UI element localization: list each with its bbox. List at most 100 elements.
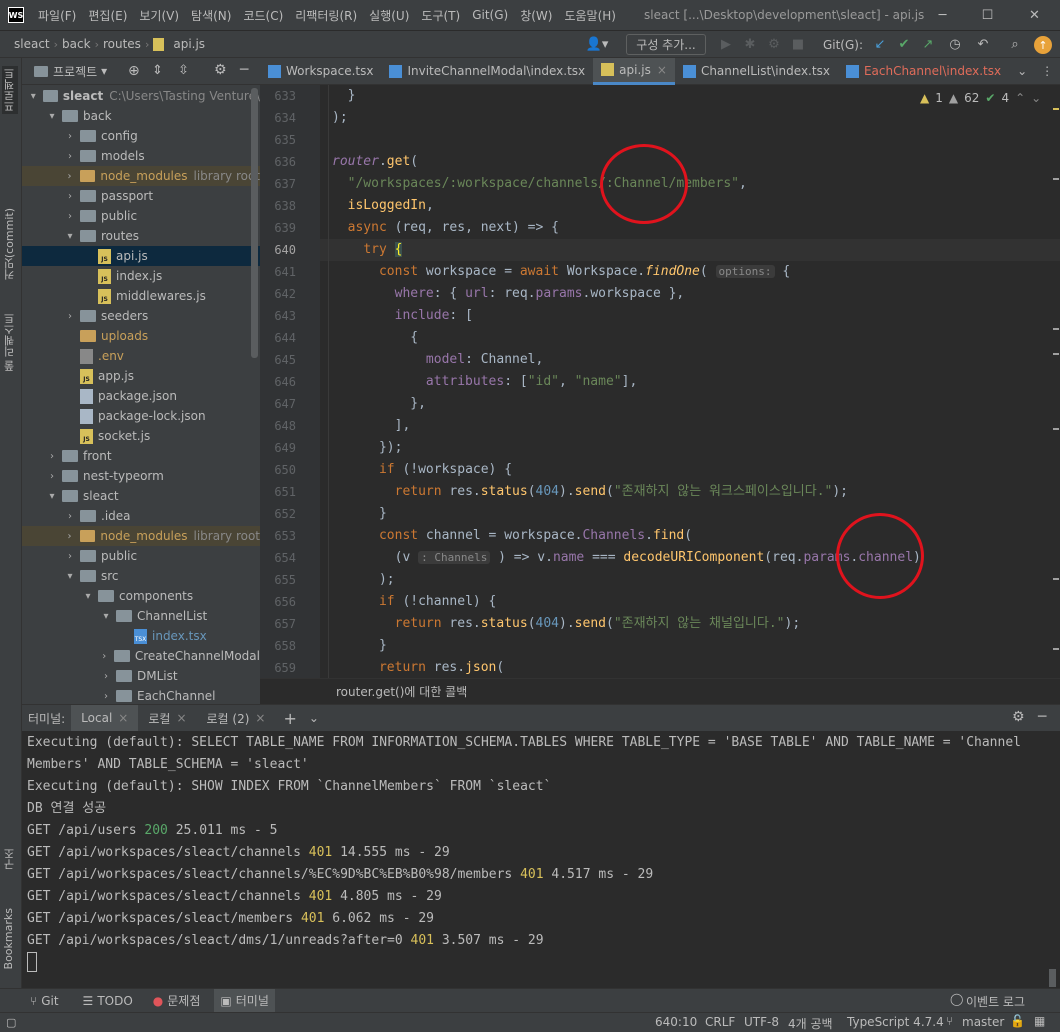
tab-api-js[interactable]: api.js × <box>593 57 675 85</box>
menu-navigate[interactable]: 탐색(N) <box>185 7 237 24</box>
git-update-icon[interactable]: ↙ <box>872 34 888 55</box>
chevron-down-icon[interactable]: ▾ <box>101 64 107 78</box>
breadcrumb-sleact[interactable]: sleact <box>10 37 54 51</box>
menu-help[interactable]: 도움말(H) <box>558 7 622 24</box>
tree-item[interactable]: uploads <box>22 326 260 346</box>
chevron-down-icon[interactable]: ▾ <box>64 231 76 242</box>
search-icon[interactable]: ⌕ <box>1006 34 1024 55</box>
chevron-right-icon[interactable]: › <box>64 171 76 182</box>
chevron-right-icon[interactable]: › <box>98 651 110 662</box>
hide-icon[interactable]: ─ <box>1038 709 1046 725</box>
tree-item[interactable]: › DMList <box>22 666 260 686</box>
tree-item[interactable]: ▾ sleact C:\Users\Tasting Venture\ <box>22 86 260 106</box>
chevron-up-icon[interactable]: ⌃ <box>1015 91 1025 105</box>
tree-item[interactable]: package-lock.json <box>22 406 260 426</box>
chevron-down-icon[interactable]: ▾ <box>46 111 58 122</box>
chevron-right-icon[interactable]: › <box>64 311 76 322</box>
git-commit-icon[interactable]: ✔ <box>896 34 912 55</box>
chevron-right-icon[interactable]: › <box>46 451 58 462</box>
tab-workspace-tsx[interactable]: Workspace.tsx <box>260 58 381 85</box>
close-tab-icon[interactable]: × <box>657 63 667 77</box>
stop-icon[interactable]: ■ <box>788 34 808 55</box>
indent-setting[interactable]: 4개 공백 <box>788 1015 833 1032</box>
close-button[interactable]: ✕ <box>1012 0 1057 31</box>
git-push-icon[interactable]: ↗ <box>920 34 936 55</box>
code-breadcrumb[interactable]: router.get()에 대한 콜백 <box>336 683 467 700</box>
chevron-right-icon[interactable]: › <box>100 691 112 702</box>
menu-window[interactable]: 창(W) <box>514 7 558 24</box>
editor-scroll-markers[interactable] <box>1053 98 1059 678</box>
chevron-right-icon[interactable]: › <box>64 131 76 142</box>
tree-item[interactable]: › seeders <box>22 306 260 326</box>
user-icon[interactable]: 👤▾ <box>582 34 612 55</box>
tree-item[interactable]: › models <box>22 146 260 166</box>
chevron-right-icon[interactable]: › <box>64 211 76 222</box>
tree-item[interactable]: JS socket.js <box>22 426 260 446</box>
terminal-tool-button[interactable]: ▣ 터미널 <box>214 989 275 1012</box>
menu-run[interactable]: 실행(U) <box>363 7 415 24</box>
tab-invite-channel-modal[interactable]: InviteChannelModal\index.tsx <box>381 58 593 85</box>
tree-item[interactable]: JS index.js <box>22 266 260 286</box>
menu-tools[interactable]: 도구(T) <box>415 7 466 24</box>
lock-icon[interactable]: 🔓 <box>1010 1014 1025 1028</box>
chevron-down-icon[interactable]: ▾ <box>46 491 58 502</box>
tree-item[interactable]: ▾ back <box>22 106 260 126</box>
line-separator[interactable]: CRLF <box>705 1015 735 1029</box>
tree-item[interactable]: › nest-typeorm <box>22 466 260 486</box>
collapse-all-icon[interactable]: ⇳ <box>178 63 189 78</box>
panel-toggle-icon[interactable]: ▢ <box>6 1016 16 1029</box>
tree-item[interactable]: package.json <box>22 386 260 406</box>
chevron-right-icon[interactable]: › <box>64 151 76 162</box>
close-icon[interactable]: × <box>118 711 128 725</box>
rollback-icon[interactable]: ↶ <box>974 34 992 55</box>
tab-channel-list[interactable]: ChannelList\index.tsx <box>675 58 838 85</box>
tree-item[interactable]: › front <box>22 446 260 466</box>
terminal-tab-local-ko[interactable]: 로컬 × <box>138 705 196 731</box>
tree-item[interactable]: JS middlewares.js <box>22 286 260 306</box>
breadcrumb-api-js[interactable]: api.js <box>169 37 209 51</box>
tree-item[interactable]: › node_modules library root <box>22 166 260 186</box>
commit-tool-button[interactable]: 커밋(commit) <box>2 208 18 280</box>
chevron-down-icon[interactable]: ▾ <box>82 591 94 602</box>
menu-git[interactable]: Git(G) <box>466 8 514 22</box>
tree-item[interactable]: › passport <box>22 186 260 206</box>
chevron-down-icon[interactable]: ▾ <box>100 611 112 622</box>
tree-item[interactable]: JS api.js <box>22 246 260 266</box>
chevron-right-icon[interactable]: › <box>64 551 76 562</box>
menu-code[interactable]: 코드(C) <box>237 7 289 24</box>
tree-item[interactable]: › node_modules library root <box>22 526 260 546</box>
menu-file[interactable]: 파일(F) <box>32 7 82 24</box>
menu-refactor[interactable]: 리팩터링(R) <box>289 7 363 24</box>
tree-item[interactable]: › config <box>22 126 260 146</box>
hide-icon[interactable]: ─ <box>240 62 248 78</box>
chevron-right-icon[interactable]: › <box>64 191 76 202</box>
more-icon[interactable]: ⋮ <box>1041 64 1053 78</box>
new-terminal-icon[interactable]: + <box>275 709 304 728</box>
file-encoding[interactable]: UTF-8 <box>744 1015 779 1029</box>
tree-item[interactable]: ▾ ChannelList <box>22 606 260 626</box>
terminal-cursor[interactable] <box>27 952 37 972</box>
tree-item[interactable]: › EachChannel <box>22 686 260 704</box>
chevron-right-icon[interactable]: › <box>64 531 76 542</box>
chevron-right-icon[interactable]: › <box>64 511 76 522</box>
project-panel-title[interactable]: 프로젝트 <box>53 63 97 80</box>
breadcrumb-routes[interactable]: routes <box>99 37 145 51</box>
git-tool-button[interactable]: Git <box>41 994 58 1008</box>
inspection-widget[interactable]: ▲ 1 ▲ 62 ✔ 4 ⌃ ⌄ <box>920 91 1041 105</box>
run-icon[interactable]: ▶ <box>716 34 736 55</box>
bookmarks-tool-button[interactable]: Bookmarks <box>2 908 15 969</box>
add-configuration-button[interactable]: 구성 추가... <box>626 34 706 55</box>
maximize-button[interactable]: ☐ <box>965 0 1010 31</box>
language-version[interactable]: TypeScript 4.7.4 <box>847 1015 944 1029</box>
terminal-tab-local-2[interactable]: 로컬 (2) × <box>197 705 276 731</box>
pull-requests-tool-button[interactable]: 풀 리퀘스트 <box>2 313 18 372</box>
todo-tool-button[interactable]: TODO <box>97 994 132 1008</box>
history-icon[interactable]: ◷ <box>946 34 964 55</box>
tree-item[interactable]: › .idea <box>22 506 260 526</box>
tabs-dropdown-icon[interactable]: ⌄ <box>1017 64 1027 78</box>
chevron-down-icon[interactable]: ▾ <box>28 91 39 102</box>
event-log-button[interactable]: 이벤트 로그 <box>966 993 1025 1010</box>
gear-icon[interactable]: ⚙ <box>1012 709 1025 725</box>
locate-icon[interactable]: ⊕ <box>128 63 140 79</box>
tree-item[interactable]: ▾ routes <box>22 226 260 246</box>
